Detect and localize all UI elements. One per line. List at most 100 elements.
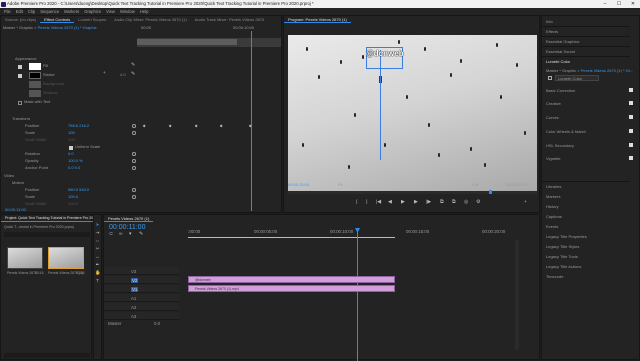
stroke-color-swatch[interactable] bbox=[29, 72, 41, 79]
tab-source[interactable]: Source: (no clips) bbox=[1, 16, 40, 23]
master-volume[interactable]: 0.0 bbox=[154, 321, 160, 326]
panel-legacy-title-styles[interactable]: Legacy Title Styles bbox=[546, 244, 579, 249]
reset-icon[interactable] bbox=[132, 166, 136, 170]
panel-markers[interactable]: Markers bbox=[546, 194, 560, 199]
maximize-button[interactable]: ☐ bbox=[612, 0, 626, 8]
ec-scale-value[interactable]: 100 bbox=[68, 130, 75, 136]
lumetri-fx-dropdown[interactable]: Lumetri Color bbox=[555, 75, 599, 81]
reset-icon[interactable] bbox=[132, 124, 136, 128]
hand-tool-icon[interactable]: ✋ bbox=[95, 270, 101, 275]
reset-icon[interactable] bbox=[132, 195, 136, 199]
ec-motion-scale-value[interactable]: 100.0 bbox=[68, 194, 78, 200]
selection-tool-icon[interactable]: ➤ bbox=[95, 222, 100, 227]
panel-essential-graphics[interactable]: Essential Graphics bbox=[546, 39, 579, 44]
ec-opacity-value[interactable]: 100.0 % bbox=[68, 158, 83, 164]
uniform-scale-checkbox[interactable] bbox=[69, 146, 73, 150]
panel-history[interactable]: History bbox=[546, 204, 558, 209]
overlay-text[interactable]: @dcnweb bbox=[366, 49, 404, 58]
tab-program[interactable]: Program: Pexels Videos 2670 (1) bbox=[284, 16, 351, 23]
minimize-button[interactable]: – bbox=[598, 0, 612, 8]
program-scrubber[interactable] bbox=[288, 191, 537, 194]
tab-audio-track-mixer[interactable]: Audio Track Mixer: Pexels Videos 2670 bbox=[191, 16, 269, 23]
project-item-thumbnail[interactable] bbox=[7, 247, 43, 269]
eyedropper-icon[interactable]: ✎ bbox=[131, 63, 135, 69]
fx-toggle-checkbox[interactable] bbox=[548, 76, 552, 80]
program-timecode[interactable]: 00:00:11:00 bbox=[288, 182, 309, 188]
extract-button[interactable]: ⧉ bbox=[452, 200, 455, 206]
timeline-playhead[interactable] bbox=[357, 228, 358, 361]
section-checkbox[interactable] bbox=[629, 88, 633, 92]
section-checkbox[interactable] bbox=[629, 115, 633, 119]
ripple-edit-tool-icon[interactable]: ⇔ bbox=[95, 238, 100, 243]
fit-dropdown[interactable]: Fit bbox=[338, 182, 342, 188]
section-checkbox[interactable] bbox=[629, 143, 633, 147]
shadow-color-swatch[interactable] bbox=[29, 90, 41, 97]
stroke-checkbox[interactable] bbox=[18, 74, 22, 78]
ec-playhead[interactable] bbox=[251, 31, 252, 211]
keyframe[interactable] bbox=[142, 124, 146, 128]
menu-view[interactable]: View bbox=[106, 8, 115, 15]
video-clip[interactable]: Pexels Videos 2670 (1).mp4 bbox=[188, 285, 395, 292]
work-area-bar[interactable] bbox=[188, 237, 395, 238]
linked-selection-icon[interactable]: ∞ bbox=[119, 232, 122, 238]
lumetri-clip-label[interactable]: Pexels Videos 2670 (1) * Gr... bbox=[581, 68, 634, 73]
lift-button[interactable]: ⧉ bbox=[440, 200, 443, 206]
ec-position-value[interactable]: 758.6 216.2 bbox=[68, 123, 89, 129]
lumetri-section-creative[interactable]: Creative bbox=[546, 101, 561, 106]
mark-in-button[interactable]: { bbox=[356, 200, 358, 206]
keyframe[interactable] bbox=[168, 124, 172, 128]
section-checkbox[interactable] bbox=[629, 129, 633, 133]
menu-help[interactable]: Help bbox=[140, 8, 149, 15]
wrench-icon[interactable]: ✎ bbox=[139, 232, 143, 238]
keyframe[interactable] bbox=[219, 124, 223, 128]
add-marker-icon[interactable]: ▾ bbox=[129, 232, 131, 238]
reset-icon[interactable] bbox=[132, 188, 136, 192]
panel-events[interactable]: Events bbox=[546, 224, 558, 229]
panel-libraries[interactable]: Libraries bbox=[546, 184, 561, 189]
menu-clip[interactable]: Clip bbox=[28, 8, 35, 15]
pen-tool-icon[interactable]: ✒ bbox=[95, 262, 100, 267]
panel-timecode[interactable]: Timecode bbox=[546, 274, 563, 279]
timeline-timecode[interactable]: 00:00:11:00 bbox=[109, 224, 145, 231]
lumetri-master-label[interactable]: Master * Graphic bbox=[546, 68, 576, 73]
add-stroke-icon[interactable]: + bbox=[103, 71, 106, 77]
mask-checkbox[interactable] bbox=[18, 101, 22, 105]
lumetri-section-basic[interactable]: Basic Correction bbox=[546, 88, 575, 93]
project-item-thumbnail[interactable] bbox=[48, 247, 84, 269]
program-playhead[interactable] bbox=[489, 190, 492, 194]
quality-dropdown[interactable]: Full bbox=[472, 182, 478, 188]
panel-captions[interactable]: Captions bbox=[546, 214, 562, 219]
ec-clip-label[interactable]: Pexels Videos 2670 (1) * Graphic bbox=[38, 25, 97, 30]
panel-lumetri-color[interactable]: Lumetri Color bbox=[546, 59, 570, 64]
panel-legacy-title-tools[interactable]: Legacy Title Tools bbox=[546, 254, 578, 259]
menu-file[interactable]: File bbox=[4, 8, 11, 15]
tab-effect-controls[interactable]: Effect Controls bbox=[40, 16, 75, 23]
project-search-input[interactable] bbox=[4, 232, 90, 237]
panel-legacy-title-properties[interactable]: Legacy Title Properties bbox=[546, 234, 587, 239]
settings-button[interactable]: ⚙ bbox=[476, 200, 480, 206]
section-checkbox[interactable] bbox=[629, 101, 633, 105]
type-tool-icon[interactable]: T bbox=[95, 278, 100, 283]
mark-out-button[interactable]: } bbox=[366, 200, 368, 206]
tab-sequence[interactable]: Pexels Videos 2670 (1) bbox=[104, 215, 154, 222]
go-to-out-button[interactable]: |▶ bbox=[426, 200, 431, 206]
background-color-swatch[interactable] bbox=[29, 81, 41, 88]
razor-tool-icon[interactable]: ✂ bbox=[95, 246, 100, 251]
snap-icon[interactable]: ⊂ bbox=[109, 232, 113, 238]
timeline-scrollbar[interactable] bbox=[515, 240, 519, 350]
go-to-in-button[interactable]: |◀ bbox=[376, 200, 381, 206]
lumetri-section-vignette[interactable]: Vignette bbox=[546, 156, 561, 161]
panel-effects[interactable]: Effects bbox=[546, 29, 558, 34]
graphic-clip[interactable]: @dcnweb bbox=[188, 276, 395, 283]
lumetri-section-wheels[interactable]: Color Wheels & Match bbox=[546, 129, 586, 134]
fill-color-swatch[interactable] bbox=[29, 63, 41, 70]
panel-info[interactable]: Info bbox=[546, 19, 553, 24]
ec-rotation-value[interactable]: 0.0 bbox=[68, 151, 74, 157]
ec-timecode[interactable]: 00:00:11:00 bbox=[5, 207, 26, 213]
tab-audio-clip-mixer[interactable]: Audio Clip Mixer: Pexels Videos 2670 (1) bbox=[110, 16, 191, 23]
menu-markers[interactable]: Markers bbox=[64, 8, 79, 15]
reset-icon[interactable] bbox=[132, 159, 136, 163]
button-editor-icon[interactable]: + bbox=[524, 200, 527, 206]
fill-checkbox[interactable] bbox=[18, 65, 22, 69]
ec-master-label[interactable]: Master * Graphic bbox=[3, 25, 33, 30]
